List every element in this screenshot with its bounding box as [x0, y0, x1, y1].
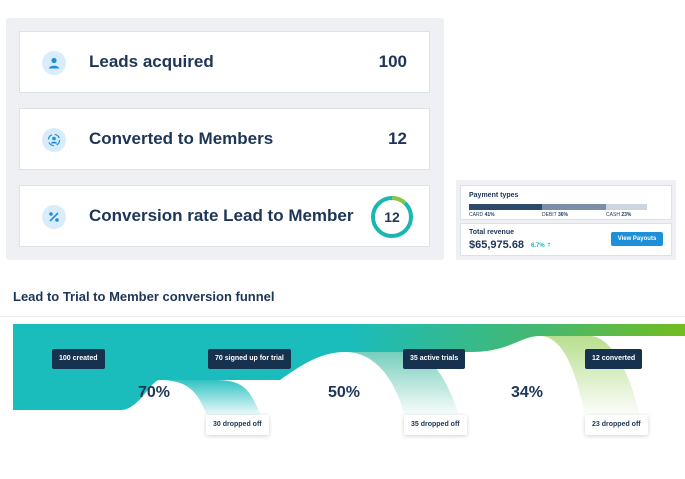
leads-acquired-card[interactable]: Leads acquired 100 [19, 31, 430, 93]
converted-members-label: Converted to Members [89, 129, 274, 148]
funnel-divider [0, 316, 685, 317]
stage-trial-tag: 70 signed up for trial [208, 349, 291, 369]
payment-types-bar [469, 204, 647, 210]
payment-types-card: Payment types CARD 41% DEBIT 36% CASH 23% [460, 185, 672, 220]
member-icon [42, 128, 66, 152]
conversion-rate-label: Conversion rate Lead to Member [89, 206, 354, 225]
drop-off-tag-1: 30 dropped off [206, 415, 269, 435]
funnel-title: Lead to Trial to Member conversion funne… [13, 289, 275, 304]
payment-segment-cash [606, 204, 647, 210]
stats-panel: Leads acquired 100 Converted to Members … [6, 18, 444, 260]
total-revenue-amount: $65,975.68 [469, 239, 525, 251]
payment-segment-debit [541, 204, 607, 210]
rate-active-to-converted: 34% [511, 384, 544, 401]
conversion-ring: 12 [369, 194, 415, 240]
rate-trial-to-active: 50% [328, 384, 361, 401]
stage-converted-tag: 12 converted [585, 349, 643, 369]
conversion-rate-value: 12 [384, 209, 400, 225]
view-payouts-button[interactable]: View Payouts [611, 232, 663, 246]
rate-created-to-trial: 70% [138, 384, 171, 401]
stage-active-tag: 35 active trials [403, 349, 466, 369]
total-revenue-card: Total revenue $65,975.68 6.7% ⇡ View Pay… [460, 223, 672, 256]
payments-panel: Payment types CARD 41% DEBIT 36% CASH 23% … [456, 180, 676, 260]
total-revenue-label: Total revenue [469, 229, 514, 236]
person-icon [42, 51, 66, 75]
stage-created-tag: 100 created [52, 349, 105, 369]
payment-types-legend: CARD 41% DEBIT 36% CASH 23% [469, 212, 659, 220]
payment-legend-cash: CASH 23% [606, 212, 632, 218]
conversion-rate-card[interactable]: Conversion rate Lead to Member 12 [19, 185, 430, 247]
drop-off-tag-3: 23 dropped off [585, 415, 648, 435]
payment-legend-card: CARD 41% [469, 212, 495, 218]
leads-acquired-value: 100 [378, 52, 407, 71]
payment-types-title: Payment types [469, 192, 519, 199]
payment-legend-debit: DEBIT 36% [541, 212, 569, 218]
payment-segment-card [469, 204, 542, 210]
revenue-change: 6.7% ⇡ [531, 243, 552, 249]
percent-icon [42, 205, 66, 229]
leads-acquired-label: Leads acquired [89, 52, 214, 71]
drop-off-tag-2: 35 dropped off [404, 415, 467, 435]
converted-members-card[interactable]: Converted to Members 12 [19, 108, 430, 170]
converted-members-value: 12 [388, 129, 407, 148]
drop-flow-1 [160, 380, 262, 418]
